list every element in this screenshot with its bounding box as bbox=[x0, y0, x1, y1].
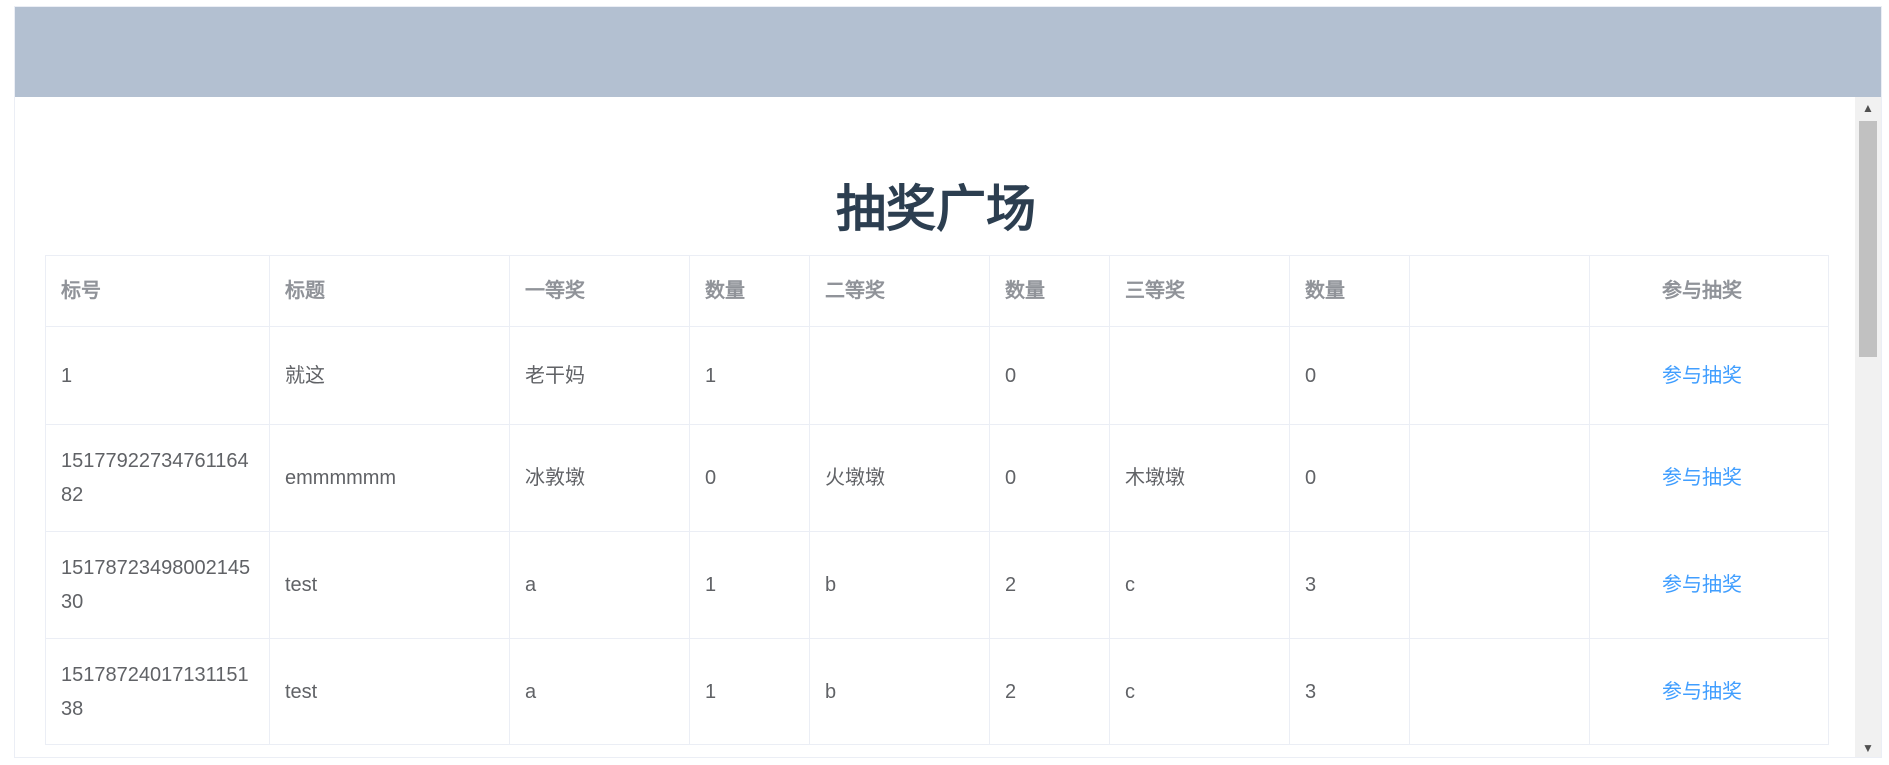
join-lottery-link[interactable]: 参与抽奖 bbox=[1662, 359, 1742, 393]
table-cell-id: 1 bbox=[46, 327, 270, 425]
table-cell-second-count: 2 bbox=[990, 532, 1110, 639]
table-cell-first-count: 1 bbox=[690, 532, 810, 639]
header-first-prize: 一等奖 bbox=[510, 256, 690, 327]
header-third-prize: 三等奖 bbox=[1110, 256, 1290, 327]
header-second-count: 数量 bbox=[990, 256, 1110, 327]
table-cell-third-count: 3 bbox=[1290, 639, 1410, 744]
lottery-table: 标号 标题 一等奖 数量 二等奖 数量 三等奖 数量 参与抽奖 1 就这 老干妈… bbox=[45, 255, 1829, 745]
table-cell-second-count: 0 bbox=[990, 425, 1110, 532]
table-cell-title: emmmmmm bbox=[270, 425, 510, 532]
table-cell-id: 1517872349800214530 bbox=[46, 532, 270, 639]
table-cell-title: test bbox=[270, 532, 510, 639]
header-third-count: 数量 bbox=[1290, 256, 1410, 327]
table-cell-action: 参与抽奖 bbox=[1590, 532, 1828, 639]
table-cell-title: 就这 bbox=[270, 327, 510, 425]
vertical-scrollbar[interactable]: ▲ ▼ bbox=[1855, 97, 1881, 757]
table-cell-second-count: 2 bbox=[990, 639, 1110, 744]
table-cell-second-count: 0 bbox=[990, 327, 1110, 425]
table-cell-first-prize: a bbox=[510, 639, 690, 744]
header-action: 参与抽奖 bbox=[1590, 256, 1828, 327]
table-cell-first-count: 1 bbox=[690, 639, 810, 744]
table-cell-extra bbox=[1410, 532, 1590, 639]
app-frame: 抽奖广场 标号 标题 一等奖 数量 二等奖 数量 三等奖 数量 参与抽奖 1 就… bbox=[14, 6, 1882, 758]
join-lottery-link[interactable]: 参与抽奖 bbox=[1662, 461, 1742, 495]
header-first-count: 数量 bbox=[690, 256, 810, 327]
table-cell-action: 参与抽奖 bbox=[1590, 639, 1828, 744]
table-cell-extra bbox=[1410, 327, 1590, 425]
join-lottery-link[interactable]: 参与抽奖 bbox=[1662, 675, 1742, 709]
table-cell-first-prize: 老干妈 bbox=[510, 327, 690, 425]
header-extra bbox=[1410, 256, 1590, 327]
table-cell-third-prize bbox=[1110, 327, 1290, 425]
table-cell-third-count: 0 bbox=[1290, 425, 1410, 532]
top-banner bbox=[15, 7, 1881, 97]
header-title: 标题 bbox=[270, 256, 510, 327]
table-cell-action: 参与抽奖 bbox=[1590, 327, 1828, 425]
table-cell-third-prize: c bbox=[1110, 532, 1290, 639]
lottery-table-grid: 标号 标题 一等奖 数量 二等奖 数量 三等奖 数量 参与抽奖 1 就这 老干妈… bbox=[46, 256, 1828, 744]
table-cell-second-prize: b bbox=[810, 639, 990, 744]
table-cell-third-prize: 木墩墩 bbox=[1110, 425, 1290, 532]
table-cell-first-prize: a bbox=[510, 532, 690, 639]
page-title: 抽奖广场 bbox=[836, 180, 1036, 238]
header-id: 标号 bbox=[46, 256, 270, 327]
table-cell-second-prize bbox=[810, 327, 990, 425]
table-cell-third-prize: c bbox=[1110, 639, 1290, 744]
table-cell-title: test bbox=[270, 639, 510, 744]
scrollbar-thumb[interactable] bbox=[1859, 121, 1877, 357]
table-cell-first-count: 0 bbox=[690, 425, 810, 532]
table-cell-id: 1517872401713115138 bbox=[46, 639, 270, 744]
table-cell-second-prize: b bbox=[810, 532, 990, 639]
table-cell-extra bbox=[1410, 639, 1590, 744]
main-content: 抽奖广场 标号 标题 一等奖 数量 二等奖 数量 三等奖 数量 参与抽奖 1 就… bbox=[15, 97, 1857, 757]
table-cell-extra bbox=[1410, 425, 1590, 532]
table-cell-id: 1517792273476116482 bbox=[46, 425, 270, 532]
table-cell-second-prize: 火墩墩 bbox=[810, 425, 990, 532]
header-second-prize: 二等奖 bbox=[810, 256, 990, 327]
table-cell-first-count: 1 bbox=[690, 327, 810, 425]
scroll-down-arrow-icon[interactable]: ▼ bbox=[1855, 737, 1881, 757]
table-cell-third-count: 3 bbox=[1290, 532, 1410, 639]
table-cell-action: 参与抽奖 bbox=[1590, 425, 1828, 532]
table-cell-third-count: 0 bbox=[1290, 327, 1410, 425]
join-lottery-link[interactable]: 参与抽奖 bbox=[1662, 568, 1742, 602]
table-cell-first-prize: 冰敦墩 bbox=[510, 425, 690, 532]
scroll-up-arrow-icon[interactable]: ▲ bbox=[1855, 97, 1881, 119]
